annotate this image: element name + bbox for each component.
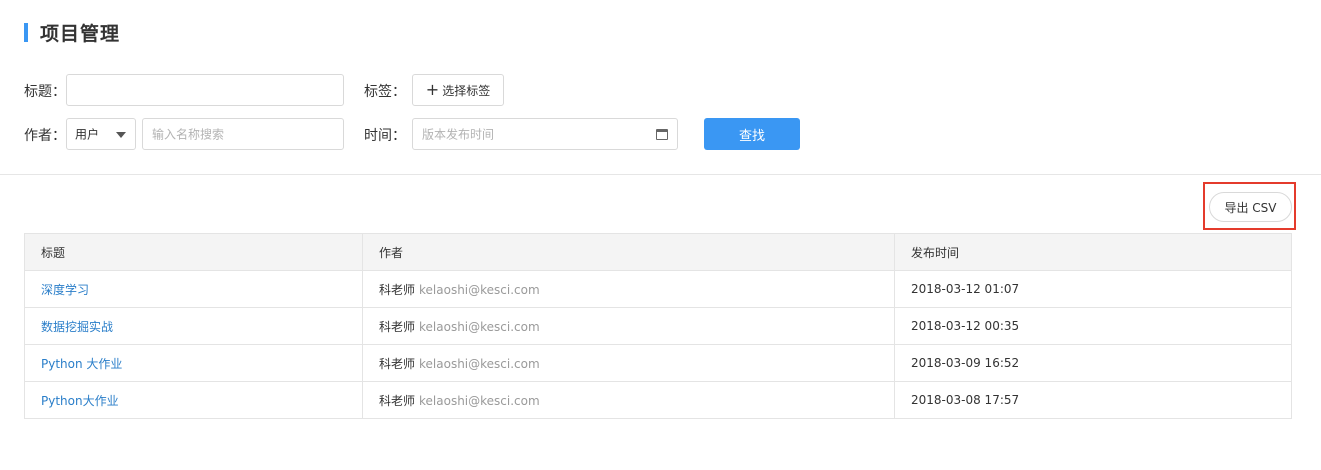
title-filter-label: 标题：	[24, 84, 66, 100]
page-header: 项目管理	[24, 22, 120, 45]
table-header-row: 标题 作者 发布时间	[24, 233, 1292, 271]
author-name: 科老师	[379, 319, 416, 334]
release-time: 2018-03-08 17:57	[894, 381, 1292, 419]
author-type-value: 用户	[75, 127, 100, 142]
export-csv-button[interactable]: 导出 CSV	[1209, 192, 1292, 222]
author-type-select[interactable]: 用户	[66, 118, 136, 150]
author-search-input[interactable]: 输入名称搜索	[142, 118, 344, 150]
project-title-link[interactable]: 深度学习	[41, 283, 89, 297]
tags-filter-label: 标签：	[364, 84, 406, 100]
project-title-link[interactable]: 数据挖掘实战	[41, 320, 113, 334]
author-name: 科老师	[379, 356, 416, 371]
column-header-time[interactable]: 发布时间	[894, 233, 1292, 271]
time-filter-label: 时间：	[364, 128, 406, 144]
project-title-link[interactable]: Python 大作业	[41, 357, 122, 371]
table-row: Python 大作业 科老师 kelaoshi@kesci.com 2018-03…	[24, 344, 1292, 382]
page-title: 项目管理	[40, 22, 121, 45]
table-row: 数据挖掘实战 科老师 kelaoshi@kesci.com 2018-03-12 …	[24, 307, 1292, 345]
select-tags-button[interactable]: + 选择标签	[412, 74, 504, 106]
column-header-title[interactable]: 标题	[24, 233, 363, 271]
release-time-placeholder: 版本发布时间	[422, 127, 495, 142]
caret-down-icon	[116, 132, 126, 138]
title-accent-bar	[24, 22, 28, 42]
select-tags-label: 选择标签	[442, 83, 491, 98]
author-email: kelaoshi@kesci.com	[419, 393, 540, 408]
author-filter-label: 作者：	[24, 128, 66, 144]
release-time-input[interactable]: 版本发布时间	[412, 118, 678, 150]
author-name: 科老师	[379, 393, 416, 408]
projects-table: 标题 作者 发布时间 深度学习 科老师 kelaoshi@kesci.com 20…	[24, 233, 1292, 419]
project-title-link[interactable]: Python大作业	[41, 394, 119, 408]
author-email: kelaoshi@kesci.com	[419, 319, 540, 334]
plus-icon: +	[425, 80, 440, 99]
table-row: Python大作业 科老师 kelaoshi@kesci.com 2018-03-…	[24, 381, 1292, 419]
release-time: 2018-03-09 16:52	[894, 344, 1292, 382]
release-time: 2018-03-12 00:35	[894, 307, 1292, 345]
column-header-author[interactable]: 作者	[362, 233, 895, 271]
search-button[interactable]: 查找	[704, 118, 800, 150]
release-time: 2018-03-12 01:07	[894, 270, 1292, 308]
author-email: kelaoshi@kesci.com	[419, 282, 540, 297]
section-divider	[0, 174, 1321, 175]
title-filter-input[interactable]	[66, 74, 344, 106]
author-search-placeholder: 输入名称搜索	[152, 127, 225, 142]
table-row: 深度学习 科老师 kelaoshi@kesci.com 2018-03-12 01…	[24, 270, 1292, 308]
calendar-icon[interactable]	[656, 129, 668, 140]
author-email: kelaoshi@kesci.com	[419, 356, 540, 371]
author-name: 科老师	[379, 282, 416, 297]
